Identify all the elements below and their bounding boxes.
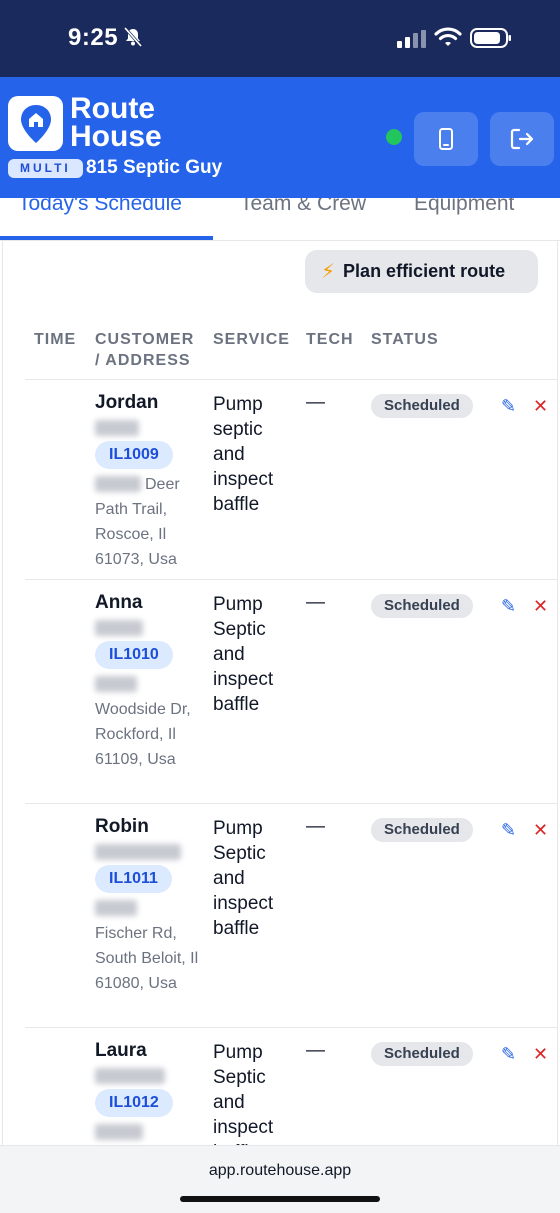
home-indicator[interactable]: [180, 1196, 380, 1202]
mobile-view-button[interactable]: [414, 112, 478, 166]
edit-icon[interactable]: ✎: [501, 820, 516, 841]
customer-address: Deer Path Trail, Roscoe, Il 61073, Usa: [95, 476, 180, 568]
table-row[interactable]: Robin IL1011 Fischer Rd, South Beloit, I…: [3, 804, 557, 1028]
schedule-panel: ⚡ Plan efficient route TIME CUSTOMER / A…: [2, 241, 558, 1145]
status-badge: Scheduled: [371, 594, 473, 618]
browser-address-bar: app.routehouse.app: [0, 1145, 560, 1213]
logout-button[interactable]: [490, 112, 554, 166]
battery-icon: [470, 28, 511, 48]
column-header-customer: CUSTOMER / ADDRESS: [95, 331, 195, 369]
url-display[interactable]: app.routehouse.app: [0, 1162, 560, 1180]
delete-icon[interactable]: ✕: [533, 596, 548, 617]
brand-name-line2: House: [70, 120, 162, 153]
customer-address: Fischer Rd, South Beloit, Il 61080, Usa: [95, 925, 199, 992]
status-time: 9:25: [68, 24, 119, 51]
redacted-text: [95, 620, 143, 636]
table-row[interactable]: Jordan IL1009 Deer Path Trail, Roscoe, I…: [3, 380, 557, 580]
map-pin-home-icon: [20, 104, 51, 143]
lightning-icon: ⚡: [321, 261, 336, 283]
edit-icon[interactable]: ✎: [501, 596, 516, 617]
status-badge: Scheduled: [371, 1042, 473, 1066]
plan-route-label: Plan efficient route: [343, 261, 506, 281]
redacted-text: [95, 1068, 165, 1084]
logout-icon: [510, 128, 534, 150]
customer-name: Anna: [95, 592, 143, 613]
plan-badge: MULTI: [8, 159, 83, 178]
account-badge[interactable]: IL1012: [95, 1089, 173, 1117]
customer-name: Laura: [95, 1040, 147, 1061]
plan-route-button[interactable]: ⚡ Plan efficient route: [305, 250, 538, 293]
customer-name: Jordan: [95, 392, 159, 413]
service-description: Pump Septic and inspect baffle: [213, 1042, 274, 1145]
account-badge[interactable]: IL1011: [95, 865, 172, 893]
tech-assignment: —: [306, 592, 325, 613]
status-bar: 9:25: [0, 0, 560, 77]
status-badge: Scheduled: [371, 818, 473, 842]
tab-todays-schedule[interactable]: Today's Schedule: [18, 198, 182, 216]
company-name: 815 Septic Guy: [86, 157, 223, 178]
delete-icon[interactable]: ✕: [533, 1044, 548, 1065]
active-tab-indicator: [0, 236, 213, 240]
redacted-text: [95, 900, 137, 916]
tab-bar: Today's Schedule Team & Crew Equipment: [0, 198, 560, 241]
customer-name: Robin: [95, 816, 149, 837]
online-status-dot: [386, 129, 402, 145]
service-description: Pump Septic and inspect baffle: [213, 594, 274, 715]
wifi-icon: [434, 27, 462, 46]
bell-muted-icon: [123, 27, 143, 47]
edit-icon[interactable]: ✎: [501, 396, 516, 417]
account-badge[interactable]: IL1009: [95, 441, 173, 469]
tab-team-crew[interactable]: Team & Crew: [240, 198, 366, 216]
column-header-status: STATUS: [371, 331, 439, 348]
service-description: Pump septic and inspect baffle: [213, 394, 274, 515]
app-header: Route House MULTI 815 Septic Guy: [0, 77, 560, 198]
service-description: Pump Septic and inspect baffle: [213, 818, 274, 939]
delete-icon[interactable]: ✕: [533, 396, 548, 417]
cellular-signal-icon: [397, 30, 426, 48]
tech-assignment: —: [306, 816, 325, 837]
column-header-tech: TECH: [306, 331, 354, 348]
table-row[interactable]: Laura IL1012 Pump Septic and inspect baf…: [3, 1028, 557, 1145]
status-badge: Scheduled: [371, 394, 473, 418]
redacted-text: [95, 844, 181, 860]
column-header-service: SERVICE: [213, 331, 290, 348]
column-header-time: TIME: [34, 331, 77, 348]
phone-icon: [439, 128, 453, 150]
table-row[interactable]: Anna IL1010 Woodside Dr, Rockford, Il 61…: [3, 580, 557, 804]
redacted-text: [95, 676, 137, 692]
account-badge[interactable]: IL1010: [95, 641, 173, 669]
customer-address: Woodside Dr, Rockford, Il 61109, Usa: [95, 701, 191, 768]
tab-equipment[interactable]: Equipment: [414, 198, 514, 216]
delete-icon[interactable]: ✕: [533, 820, 548, 841]
redacted-text: [95, 420, 139, 436]
tech-assignment: —: [306, 392, 325, 413]
redacted-text: [95, 1124, 143, 1140]
edit-icon[interactable]: ✎: [501, 1044, 516, 1065]
app-logo[interactable]: [8, 96, 63, 151]
tech-assignment: —: [306, 1040, 325, 1061]
